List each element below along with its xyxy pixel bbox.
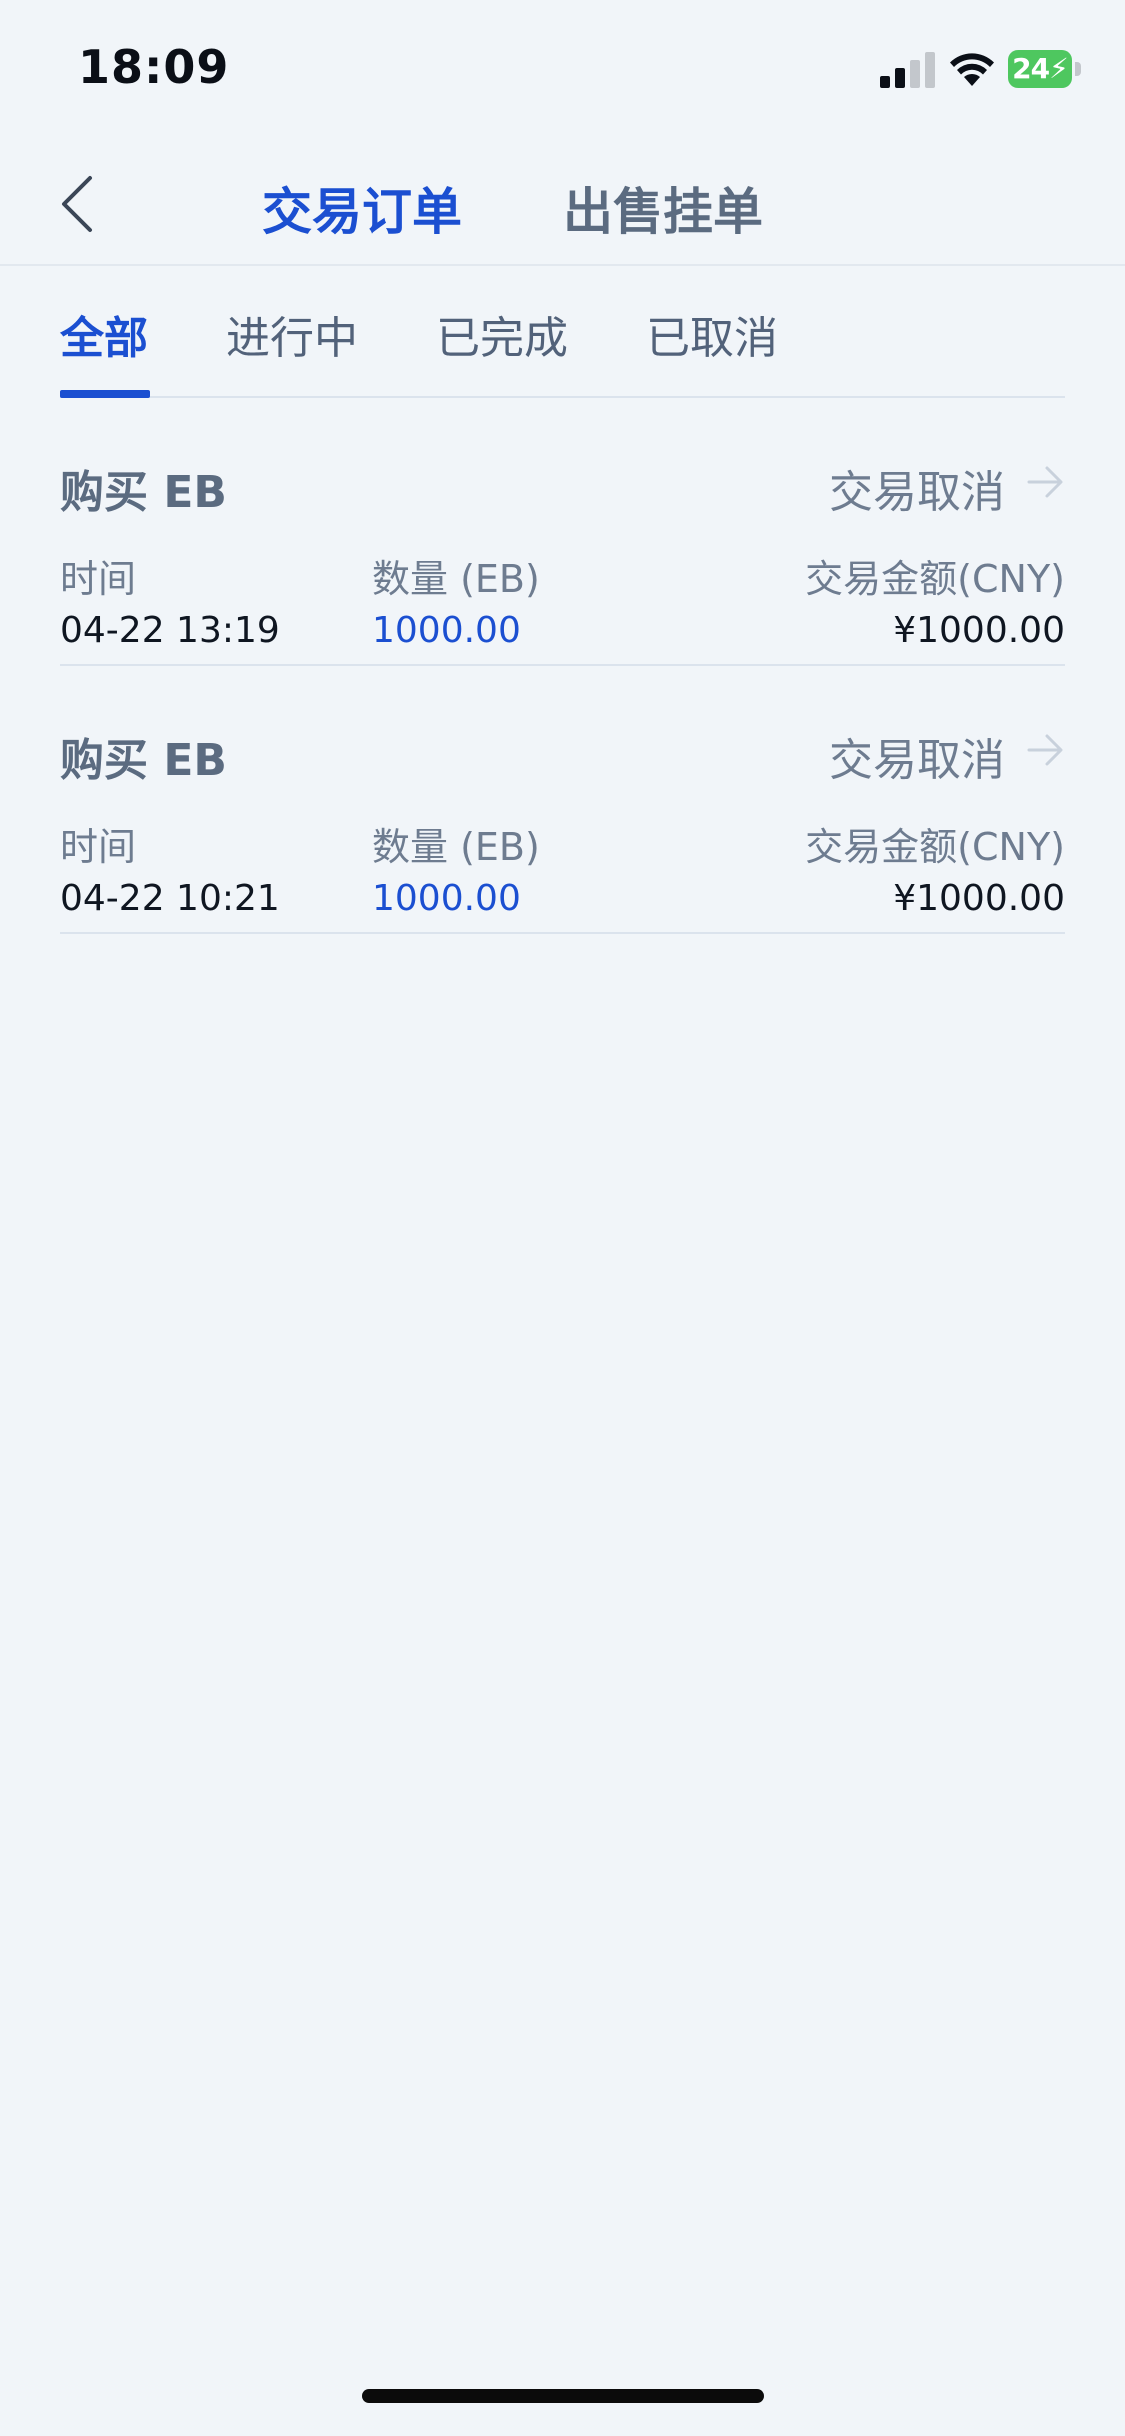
cellular-signal-icon: [880, 52, 935, 88]
chevron-left-icon[interactable]: [52, 164, 112, 244]
order-status: 交易取消: [829, 735, 1005, 786]
order-list: 购买 EB 交易取消 时间 数量 (EB) 交易金额(CNY) 04-22 13…: [60, 398, 1065, 934]
arrow-right-icon: [1027, 466, 1063, 498]
time-label: 时间: [60, 825, 137, 869]
filter-tab-completed[interactable]: 已完成: [436, 302, 568, 366]
tab-sell-listings[interactable]: 出售挂单: [563, 172, 763, 244]
order-quantity: 1000.00: [372, 610, 521, 651]
quantity-label: 数量 (EB): [372, 557, 540, 601]
filter-tabs: 全部 进行中 已完成 已取消: [60, 266, 1065, 398]
quantity-label: 数量 (EB): [372, 825, 540, 869]
order-item[interactable]: 购买 EB 交易取消 时间 数量 (EB) 交易金额(CNY) 04-22 13…: [60, 398, 1065, 666]
order-amount: ¥1000.00: [893, 878, 1065, 919]
battery-cap: [1075, 62, 1081, 76]
home-indicator[interactable]: [362, 2389, 764, 2403]
status-time: 18:09: [78, 40, 230, 94]
order-item[interactable]: 购买 EB 交易取消 时间 数量 (EB) 交易金额(CNY) 04-22 10…: [60, 666, 1065, 934]
filter-tab-in-progress[interactable]: 进行中: [226, 302, 358, 366]
wifi-icon: [950, 53, 994, 86]
order-amount: ¥1000.00: [893, 610, 1065, 651]
time-label: 时间: [60, 557, 137, 601]
battery-level: 24⚡: [1008, 50, 1072, 88]
order-time: 04-22 13:19: [60, 610, 280, 651]
order-status: 交易取消: [829, 467, 1005, 518]
amount-label: 交易金额(CNY): [805, 557, 1065, 601]
filter-tab-all[interactable]: 全部: [60, 302, 148, 366]
order-title: 购买 EB: [60, 735, 227, 786]
order-time: 04-22 10:21: [60, 878, 280, 919]
active-tab-indicator: [60, 390, 150, 398]
header: 交易订单 出售挂单: [0, 150, 1125, 266]
tab-trade-orders[interactable]: 交易订单: [262, 172, 462, 244]
battery-charging-icon: 24⚡: [1008, 50, 1082, 88]
order-quantity: 1000.00: [372, 878, 521, 919]
status-bar: 18:09 24⚡: [0, 0, 1125, 135]
filter-tab-cancelled[interactable]: 已取消: [646, 302, 778, 366]
amount-label: 交易金额(CNY): [805, 825, 1065, 869]
arrow-right-icon: [1027, 734, 1063, 766]
order-title: 购买 EB: [60, 467, 227, 518]
